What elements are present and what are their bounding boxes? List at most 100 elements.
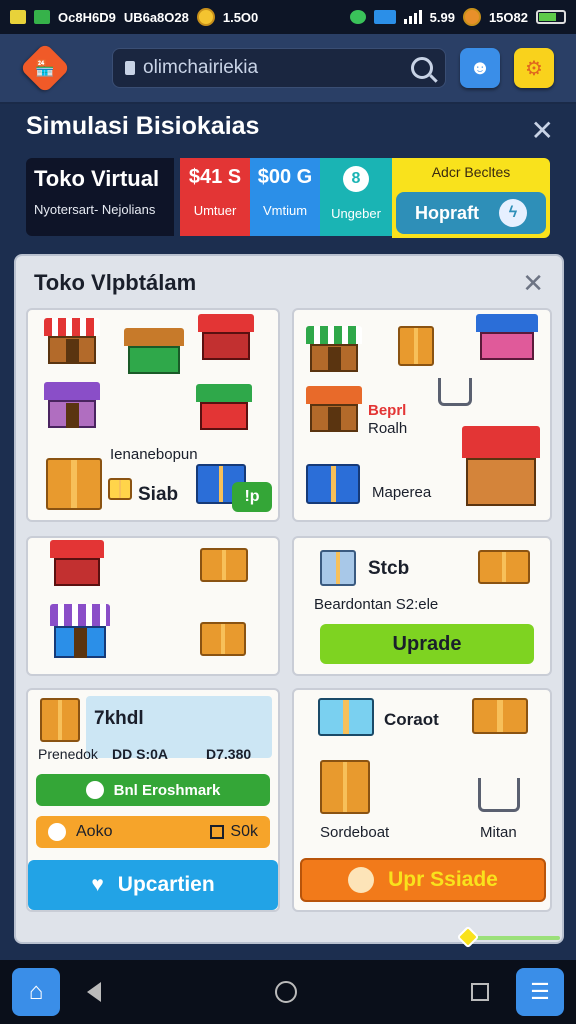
package-icon xyxy=(478,550,530,584)
card5-price2: D7.380 xyxy=(206,746,252,762)
stock-row[interactable]: Aoko S0k xyxy=(36,816,270,848)
red-shop-icon xyxy=(198,314,254,360)
card5-title: 7khdl xyxy=(94,708,144,729)
list-icon: ☰ xyxy=(530,979,550,1004)
box-small-icon xyxy=(210,825,225,839)
stat-gold-label: Vmtium xyxy=(262,203,308,218)
store-name: Toko Virtual xyxy=(34,166,160,191)
battery-icon xyxy=(536,10,566,24)
gem-icon xyxy=(462,8,481,26)
stat-money: $41 S Umtuer xyxy=(180,158,250,236)
gear-icon: ⚙ xyxy=(525,57,543,80)
upgrade-main-label: Hopraft xyxy=(415,202,479,223)
shop-card-2[interactable]: Beprl Roalh Maperea xyxy=(292,308,552,522)
wooden-kiosk-icon xyxy=(46,458,102,510)
store-subtitle: Nyotersart- Nejolians xyxy=(34,202,156,217)
blue-store-icon xyxy=(476,314,538,360)
market-stall-icon xyxy=(44,382,100,428)
card2-red-label: Beprl xyxy=(368,402,407,419)
menu-button[interactable]: ☰ xyxy=(516,968,564,1016)
wifi-badge-icon xyxy=(373,10,396,24)
page-title: Simulasi Bisiokaias xyxy=(26,112,260,140)
store-info: Toko Virtual Nyotersart- Nejolians xyxy=(26,158,174,236)
signal-value: 5.99 xyxy=(429,9,455,25)
panel-title: Toko Vlpbtálam xyxy=(34,270,197,295)
card4-desc: Beardontan S2:ele xyxy=(314,596,439,613)
store-logo-icon[interactable]: 🏪 xyxy=(19,42,71,94)
heart-icon xyxy=(349,10,366,24)
upgrade-button-label: Uprade xyxy=(392,632,462,655)
supply-crate-icon xyxy=(200,548,248,582)
recent-apps-icon[interactable] xyxy=(471,983,489,1001)
sign-shop-icon xyxy=(196,384,252,430)
product-card[interactable]: 7khdl Prenedok DD S:0A D7.380 Bnl Eroshm… xyxy=(26,688,280,912)
profile-button[interactable]: ☻ xyxy=(460,48,500,88)
cabinet-icon xyxy=(320,550,356,586)
stock-left-label: Aoko xyxy=(76,823,113,840)
url-bar[interactable]: olimchairiekia xyxy=(112,48,446,88)
card5-price1: DD S:0A xyxy=(112,746,169,762)
card4-title: Stcb xyxy=(368,558,410,579)
stat-gold: $00 G Vmtium xyxy=(250,158,320,236)
shop-building-icon xyxy=(44,318,100,364)
awning-shop-icon xyxy=(306,386,362,432)
equipment-upgrade-label: Upr Ssiade xyxy=(388,868,498,891)
card6-left-label: Sordeboat xyxy=(320,824,390,841)
back-icon[interactable] xyxy=(87,982,101,1002)
card6-title: Coraot xyxy=(384,710,439,729)
mail-icon xyxy=(34,10,50,24)
card6-right-label: Mitan xyxy=(480,824,517,841)
shopper-cart-icon xyxy=(478,778,520,812)
home-button[interactable]: ⌂ xyxy=(12,968,60,1016)
crate-icon xyxy=(108,478,132,500)
card2-sub-label: Roalh xyxy=(368,420,408,437)
card1-badge-button[interactable]: !p xyxy=(232,482,272,512)
product-box-icon xyxy=(40,698,80,742)
close-icon[interactable]: ✕ xyxy=(531,114,554,147)
search-icon[interactable] xyxy=(411,57,433,79)
app-bar: 🏪 olimchairiekia ☻ ⚙ xyxy=(0,34,576,104)
flag-icon xyxy=(10,10,26,24)
product-upgrade-label: Upcartien xyxy=(117,873,215,896)
kiosk-icon xyxy=(398,326,434,366)
stat-money-label: Umtuer xyxy=(193,203,237,218)
card1-label: Ienanebopun xyxy=(110,446,198,463)
upgrade-caption: Adcr Becltes xyxy=(431,164,511,180)
product-upgrade-button[interactable]: ♥ Upcartien xyxy=(28,860,278,910)
coin-icon xyxy=(196,8,215,26)
nav-bar: ⌂ ☰ xyxy=(0,960,576,1024)
shop-card-3[interactable] xyxy=(26,536,280,676)
upgrade-card[interactable]: Stcb Beardontan S2:ele Uprade xyxy=(292,536,552,676)
slider-track[interactable] xyxy=(466,936,560,940)
card2-label: Maperea xyxy=(372,484,432,501)
face-icon: ☻ xyxy=(469,56,491,79)
coin-icon xyxy=(348,867,375,893)
delivery-truck-icon xyxy=(124,328,184,374)
upgrade-button[interactable]: Uprade xyxy=(320,624,534,664)
house-icon: ⌂ xyxy=(28,978,44,1005)
check-icon xyxy=(85,781,104,799)
stat-money-value: $41 S xyxy=(188,166,242,188)
panel-close-icon[interactable]: ✕ xyxy=(522,268,544,299)
stat-gold-value: $00 G xyxy=(257,166,313,188)
lightning-icon: ϟ xyxy=(499,199,527,227)
bulk-buy-label: Bnl Eroshmark xyxy=(113,781,221,799)
coin-value: 1.5O0 xyxy=(222,9,259,25)
signal-icon xyxy=(403,10,422,24)
stat-level-value: 8 xyxy=(343,166,369,192)
upgrade-main-button[interactable]: Hopraft ϟ xyxy=(396,192,546,234)
settings-button[interactable]: ⚙ xyxy=(514,48,554,88)
card5-price-label: Prenedok xyxy=(38,746,98,762)
bulk-buy-button[interactable]: Bnl Eroshmark xyxy=(36,774,270,806)
shopping-cart-icon xyxy=(438,378,472,406)
card1-tag: Siab xyxy=(138,484,179,505)
home-circle-icon[interactable] xyxy=(275,981,297,1003)
stat-level-label: Ungeber xyxy=(331,206,381,221)
equipment-card[interactable]: Coraot Sordeboat Mitan Upr Ssiade xyxy=(292,688,552,912)
striped-shop-icon xyxy=(50,604,110,658)
status-text-left: Oc8H6D9 xyxy=(58,9,116,25)
equipment-upgrade-button[interactable]: Upr Ssiade xyxy=(300,858,546,902)
small-crate-icon xyxy=(200,622,246,656)
shop-card-1[interactable]: Ienanebopun Siab !p xyxy=(26,308,280,522)
worker-cart-icon xyxy=(320,760,370,814)
